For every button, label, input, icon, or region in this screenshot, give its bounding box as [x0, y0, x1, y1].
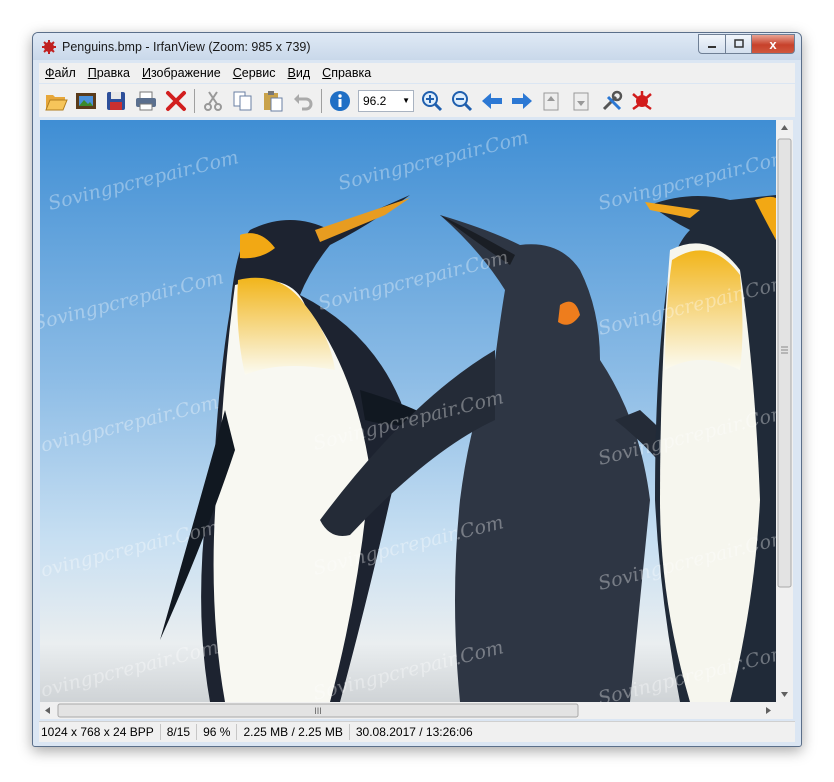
paste-icon — [264, 90, 283, 111]
settings-icon — [602, 90, 623, 110]
zoom-combobox[interactable]: 96.2 ▼ — [358, 89, 414, 112]
menu-tools[interactable]: Сервис — [227, 66, 282, 80]
cut-button[interactable] — [198, 87, 228, 115]
zoom-out-icon — [452, 90, 473, 111]
scroll-right-arrow-icon — [766, 707, 771, 714]
save-icon — [107, 91, 125, 110]
status-zoom: 96 % — [197, 724, 238, 740]
vertical-scrollbar[interactable] — [776, 120, 793, 702]
toolbar-separator — [194, 88, 195, 113]
menu-file[interactable]: Файл — [39, 66, 82, 80]
previous-image-button[interactable] — [477, 87, 507, 115]
maximize-icon — [733, 39, 744, 48]
menu-bar: Файл Правка Изображение Сервис Вид Справ… — [39, 63, 795, 83]
minimize-button[interactable] — [698, 34, 726, 54]
delete-button[interactable] — [161, 87, 191, 115]
zoom-out-button[interactable] — [447, 87, 477, 115]
scroll-down-arrow-icon — [781, 692, 788, 697]
scroll-up-arrow-icon — [781, 125, 788, 130]
status-dimensions: 1024 x 768 x 24 BPP — [39, 724, 161, 740]
status-filesize: 2.25 MB / 2.25 MB — [237, 724, 350, 740]
settings-button[interactable] — [597, 87, 627, 115]
first-page-icon — [543, 92, 559, 110]
open-button[interactable] — [41, 87, 71, 115]
close-button[interactable]: x — [752, 34, 795, 54]
previous-icon — [482, 92, 502, 109]
scroll-corner — [776, 702, 793, 719]
save-button[interactable] — [101, 87, 131, 115]
image-viewport[interactable]: Sovingpcrepair.Com Sovingpcrepair.Com So… — [40, 120, 776, 702]
horizontal-scrollbar-graphics: III — [45, 703, 771, 718]
menu-image[interactable]: Изображение — [136, 66, 227, 80]
info-button[interactable] — [325, 87, 355, 115]
close-icon: x — [769, 36, 777, 52]
status-index: 8/15 — [161, 724, 198, 740]
toolbar: 96.2 ▼ — [39, 84, 795, 117]
slideshow-icon — [76, 92, 96, 109]
last-page-icon — [573, 92, 589, 110]
status-datetime: 30.08.2017 / 13:26:06 — [355, 725, 473, 739]
toolbar-separator — [321, 88, 322, 113]
first-page-button[interactable] — [537, 87, 567, 115]
vertical-scroll-thumb — [777, 138, 792, 588]
menu-view[interactable]: Вид — [282, 66, 317, 80]
status-bar: 1024 x 768 x 24 BPP 8/15 96 % 2.25 MB / … — [39, 721, 795, 742]
irfanview-app-icon — [42, 40, 56, 54]
copy-icon — [233, 91, 252, 110]
next-icon — [512, 92, 532, 109]
copy-button[interactable] — [228, 87, 258, 115]
undo-icon — [294, 93, 313, 110]
chevron-down-icon[interactable]: ▼ — [402, 96, 410, 105]
title-bar[interactable]: Penguins.bmp - IrfanView (Zoom: 985 x 73… — [33, 33, 801, 60]
about-button[interactable] — [627, 87, 657, 115]
penguins-photo: Sovingpcrepair.Com Sovingpcrepair.Com So… — [40, 120, 776, 702]
slideshow-button[interactable] — [71, 87, 101, 115]
last-page-button[interactable] — [567, 87, 597, 115]
window-controls: x — [698, 34, 795, 54]
cut-icon — [204, 90, 222, 111]
zoom-in-icon — [422, 90, 443, 111]
next-image-button[interactable] — [507, 87, 537, 115]
irfanview-logo-icon — [632, 90, 652, 110]
menu-edit[interactable]: Правка — [82, 66, 136, 80]
open-folder-icon — [45, 94, 68, 110]
undo-button[interactable] — [288, 87, 318, 115]
minimize-icon — [708, 46, 716, 48]
scroll-left-arrow-icon — [45, 707, 50, 714]
thumb-grip: III — [314, 706, 322, 716]
app-window: Penguins.bmp - IrfanView (Zoom: 985 x 73… — [32, 32, 802, 747]
print-button[interactable] — [131, 87, 161, 115]
menu-help[interactable]: Справка — [316, 66, 377, 80]
horizontal-scrollbar[interactable]: III — [40, 702, 776, 719]
info-icon — [330, 90, 350, 111]
zoom-in-button[interactable] — [417, 87, 447, 115]
delete-icon — [166, 90, 186, 111]
zoom-value: 96.2 — [363, 93, 387, 108]
window-title: Penguins.bmp - IrfanView (Zoom: 985 x 73… — [62, 40, 311, 54]
paste-button[interactable] — [258, 87, 288, 115]
maximize-button[interactable] — [726, 34, 752, 54]
print-icon — [136, 91, 156, 110]
vertical-scrollbar-graphics — [777, 125, 792, 697]
